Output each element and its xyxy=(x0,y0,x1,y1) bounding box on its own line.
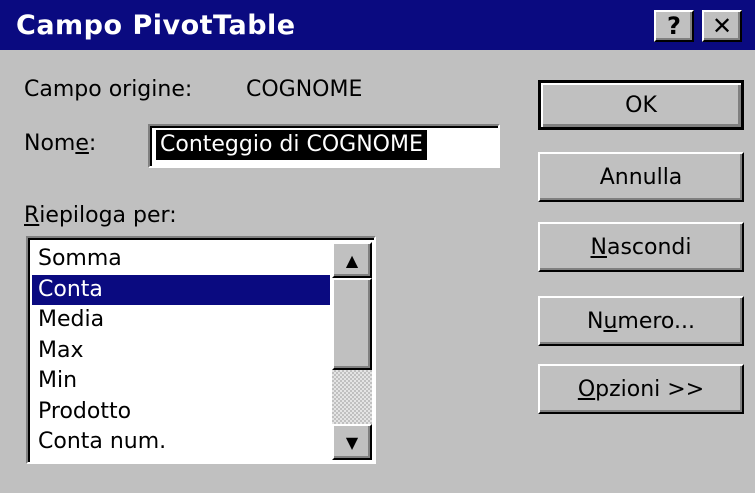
help-icon: ? xyxy=(667,12,681,40)
name-input[interactable]: Conteggio di COGNOME xyxy=(148,124,500,168)
options-rest: pzioni >> xyxy=(595,376,705,402)
arrow-up-icon: ▲ xyxy=(345,250,359,270)
list-item[interactable]: Min xyxy=(32,366,330,397)
name-input-value: Conteggio di COGNOME xyxy=(156,130,427,160)
ok-button[interactable]: OK xyxy=(538,80,744,130)
list-item[interactable]: Media xyxy=(32,305,330,336)
source-field-value: COGNOME xyxy=(246,77,363,102)
name-label-accel: e xyxy=(75,131,89,156)
options-button[interactable]: Opzioni >> xyxy=(538,364,744,414)
summarize-label-accel: R xyxy=(24,203,40,228)
cancel-button[interactable]: Annulla xyxy=(538,152,744,202)
name-label-post: : xyxy=(88,131,97,156)
number-post: mero... xyxy=(617,308,695,334)
title-bar[interactable]: Campo PivotTable ? ✕ xyxy=(0,0,755,50)
list-scrollbar[interactable]: ▲ ▼ xyxy=(332,242,372,460)
options-accel: O xyxy=(577,376,596,402)
summarize-items: Somma Conta Media Max Min Prodotto Conta num. xyxy=(32,244,330,458)
number-button[interactable]: Numero... xyxy=(538,296,744,346)
number-accel: u xyxy=(603,308,618,334)
number-pre: N xyxy=(586,308,604,334)
source-field-label: Campo origine: xyxy=(24,77,193,102)
list-item[interactable]: Max xyxy=(32,336,330,367)
summarize-label-rest: iepiloga per: xyxy=(39,203,177,228)
list-item[interactable]: Prodotto xyxy=(32,397,330,428)
close-icon: ✕ xyxy=(711,12,733,40)
scroll-down-button[interactable]: ▼ xyxy=(332,424,372,460)
window-title: Campo PivotTable xyxy=(16,10,296,41)
close-button[interactable]: ✕ xyxy=(702,10,742,42)
hide-button[interactable]: Nascondi xyxy=(538,222,744,272)
options-button-label: Opzioni >> xyxy=(578,377,704,402)
hide-button-label: Nascondi xyxy=(591,235,692,260)
list-item[interactable]: Conta xyxy=(32,274,330,305)
hide-rest: ascondi xyxy=(606,234,692,260)
scroll-thumb[interactable] xyxy=(332,278,372,370)
arrow-down-icon: ▼ xyxy=(345,432,359,452)
summarize-label: Riepiloga per: xyxy=(24,202,177,230)
scroll-up-button[interactable]: ▲ xyxy=(332,242,372,278)
number-button-label: Numero... xyxy=(587,309,695,334)
name-label-pre: Nom xyxy=(24,131,76,156)
pivot-field-dialog: Campo PivotTable ? ✕ Campo origine: COGN… xyxy=(0,0,755,493)
hide-accel: N xyxy=(590,234,607,260)
ok-button-label: OK xyxy=(625,92,657,118)
list-item[interactable]: Somma xyxy=(32,244,330,275)
list-item[interactable]: Conta num. xyxy=(32,427,330,458)
name-label: Nome: xyxy=(24,130,96,158)
help-button[interactable]: ? xyxy=(654,10,694,42)
summarize-listbox[interactable]: Somma Conta Media Max Min Prodotto Conta num. … xyxy=(26,236,376,464)
cancel-button-label: Annulla xyxy=(599,164,683,190)
